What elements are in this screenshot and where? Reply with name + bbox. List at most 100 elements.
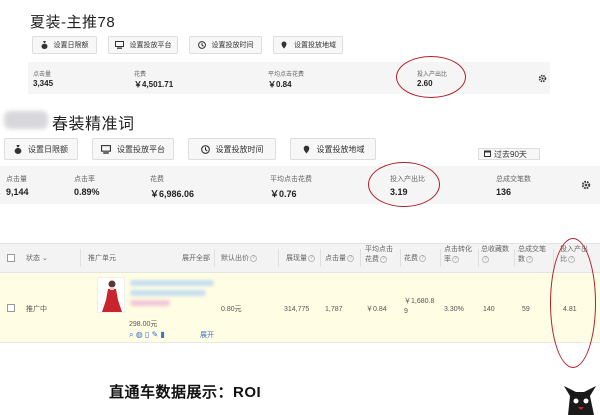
calendar-icon — [484, 150, 491, 159]
stat-label: 点击量 — [6, 176, 27, 183]
set-daily-limit-button[interactable]: 设置日限额 — [4, 138, 78, 160]
header-divider — [214, 249, 215, 267]
stat-cost: 花费 ￥6,986.06 — [148, 166, 268, 204]
stat-clicks: 点击量 9,144 — [0, 166, 73, 204]
edit-icon[interactable]: ✎ — [152, 330, 159, 339]
model-figure-icon — [102, 280, 122, 312]
sort-down-icon: ⌄ — [41, 255, 48, 262]
stat-label: 总成交笔数 — [496, 176, 531, 183]
stat-cost: 花费 ￥4,501.71 — [98, 62, 236, 94]
header-status[interactable]: 状态 ⌄ — [26, 254, 48, 264]
stat-value: ￥0.84 — [268, 80, 292, 89]
gear-icon[interactable] — [578, 177, 594, 193]
delete-icon[interactable]: ▮ — [161, 330, 165, 339]
roi-highlight-circle — [396, 56, 466, 98]
help-icon[interactable]: ? — [482, 255, 489, 263]
date-range-select[interactable]: 过去90天 — [478, 148, 540, 160]
header-favorites: 总收藏数? — [481, 246, 509, 263]
stat-label: 点击量 — [33, 72, 52, 78]
monitor-icon — [101, 144, 111, 154]
mobile-icon[interactable]: ▯ — [145, 330, 149, 339]
money-bag-icon — [41, 41, 48, 49]
row-favorites: 140 — [483, 306, 495, 313]
money-bag-icon — [14, 144, 22, 154]
blurred-title-line — [130, 290, 206, 296]
row-checkbox[interactable] — [7, 304, 15, 312]
set-platform-label: 设置投放平台 — [117, 144, 165, 154]
stat-ctr: 点击率 0.89% — [73, 166, 148, 204]
stat-total-orders: 总成交笔数 136 — [468, 166, 568, 204]
row-status: 推广中 — [26, 306, 47, 313]
row-price: 298.00元 — [129, 321, 158, 328]
stats-panel-summer: 点击量 3,345 花费 ￥4,501.71 平均点击花费 ￥0.84 投入产出… — [28, 62, 550, 94]
stat-label: 平均点击花费 — [268, 72, 305, 78]
stat-value: 136 — [496, 187, 512, 197]
stat-value: ￥0.76 — [270, 189, 297, 199]
header-divider — [320, 249, 321, 267]
blurred-title-line — [130, 280, 214, 286]
stat-value: 3,345 — [33, 79, 54, 88]
monitor-icon — [114, 41, 124, 49]
set-daily-limit-label: 设置日限额 — [53, 42, 89, 49]
set-schedule-label: 设置投放时间 — [215, 144, 264, 154]
help-icon[interactable]: ? — [347, 254, 354, 262]
row-expand-link[interactable]: 展开 — [200, 331, 214, 341]
row-impressions: 314,775 — [284, 306, 310, 313]
header-divider — [478, 249, 479, 267]
clock-icon — [197, 41, 206, 49]
header-divider — [278, 249, 279, 267]
set-daily-limit-label: 设置日限额 — [28, 144, 68, 154]
header-divider — [400, 249, 401, 267]
stat-clicks: 点击量 3,345 — [28, 62, 98, 94]
header-divider — [360, 249, 361, 267]
header-divider — [440, 249, 441, 267]
set-platform-label: 设置投放平台 — [129, 42, 172, 49]
row-cost: ￥1,680.89 — [404, 298, 435, 315]
header-divider — [514, 249, 515, 267]
help-icon[interactable]: ? — [526, 255, 533, 263]
help-icon[interactable]: ? — [452, 255, 459, 263]
header-avg-cpc: 平均点击花费? — [365, 246, 393, 263]
header-impressions: 展现量? — [286, 254, 315, 264]
map-pin-icon — [302, 145, 311, 154]
stat-label: 点击率 — [74, 176, 95, 183]
stat-avg-cpc: 平均点击花费 ￥0.84 — [236, 62, 374, 94]
header-orders: 总成交笔数? — [518, 246, 546, 263]
set-region-button[interactable]: 设置投放地域 — [273, 36, 343, 54]
product-thumbnail[interactable] — [97, 277, 125, 313]
clock-icon — [200, 144, 210, 154]
caption-text: 直通车数据展示：ROI — [109, 384, 262, 401]
help-icon[interactable]: ? — [308, 254, 315, 262]
set-daily-limit-button[interactable]: 设置日限额 — [32, 36, 97, 54]
search-icon[interactable]: ⌕ — [129, 330, 133, 339]
campaign-title-summer: 夏装-主推78 — [30, 14, 116, 31]
header-cost: 花费? — [404, 254, 426, 264]
set-schedule-button[interactable]: 设置投放时间 — [189, 36, 262, 54]
row-default-bid[interactable]: 0.80元 — [221, 305, 242, 315]
settings-toolbar-spring: 设置日限额 设置投放平台 设置投放时间 设置投放地域 — [4, 138, 376, 160]
date-range-label: 过去90天 — [494, 149, 527, 159]
stat-value: 9,144 — [6, 187, 29, 197]
gear-icon[interactable] — [535, 71, 549, 85]
campaign-title-spring: 春装精准词 — [52, 116, 135, 133]
header-expand-all[interactable]: 展开全部 — [182, 254, 210, 264]
globe-icon[interactable]: ◍ — [136, 330, 143, 339]
row-avg-cpc: ￥0.84 — [366, 306, 387, 313]
corner-mascot-logo — [560, 382, 600, 415]
row-orders: 59 — [522, 306, 530, 313]
set-platform-button[interactable]: 设置投放平台 — [92, 138, 174, 160]
set-schedule-button[interactable]: 设置投放时间 — [188, 138, 276, 160]
header-default-bid: 默认出价? — [221, 254, 257, 264]
help-icon[interactable]: ? — [250, 254, 257, 262]
stat-label: 平均点击花费 — [270, 176, 312, 183]
stat-label: 花费 — [150, 176, 164, 183]
set-schedule-label: 设置投放时间 — [211, 42, 254, 49]
help-icon[interactable]: ? — [380, 255, 387, 263]
header-unit: 推广单元 — [88, 255, 116, 262]
set-region-button[interactable]: 设置投放地域 — [290, 138, 376, 160]
help-icon[interactable]: ? — [419, 254, 426, 262]
select-all-checkbox[interactable] — [7, 254, 15, 262]
roi-highlight-circle — [550, 238, 596, 368]
header-clicks: 点击量? — [325, 254, 354, 264]
set-platform-button[interactable]: 设置投放平台 — [108, 36, 178, 54]
